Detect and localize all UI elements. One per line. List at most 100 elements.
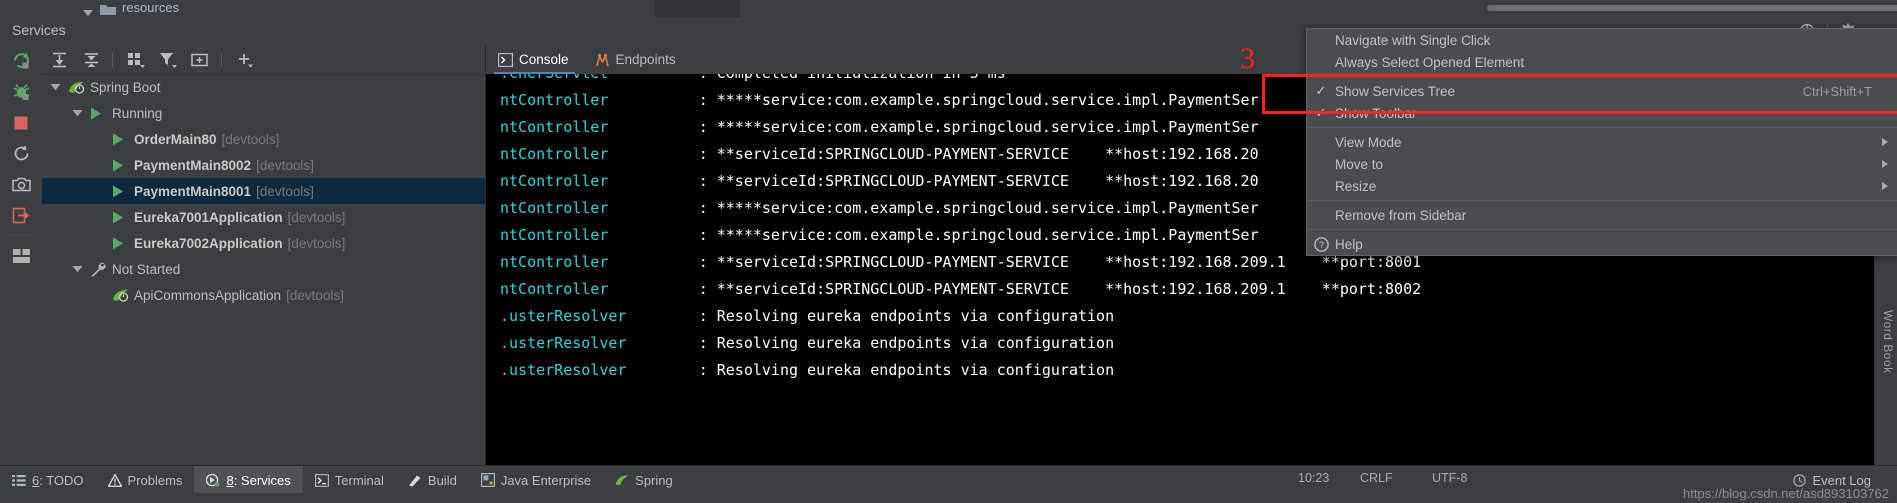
console-log-line: ntController : **serviceId:SPRINGCLOUD-P… [500,249,1421,276]
menu-item-remove-from-sidebar[interactable]: Remove from Sidebar [1307,204,1897,226]
tree-expander-icon[interactable] [50,83,68,91]
tool-window-label: Build [428,473,457,488]
submenu-arrow-icon [1882,160,1888,168]
tool-window-button-javaenterprise[interactable]: Java Enterprise [469,466,603,494]
tab-endpoints[interactable]: Endpoints [583,45,690,74]
collapse-all-icon[interactable] [76,47,106,73]
svg-text:?: ? [1318,240,1323,250]
tool-window-button-build[interactable]: Build [396,466,469,494]
menu-item-view-mode[interactable]: View Mode [1307,131,1897,153]
restart-icon[interactable] [0,138,42,169]
tree-node-paymentmain8002[interactable]: PaymentMain8002 [devtools] [42,152,485,178]
services-tree[interactable]: Spring Boot Running OrderMain80 [devtools] P… [42,74,485,465]
tree-node-spring-boot[interactable]: Spring Boot [42,74,485,100]
status-bar: 10:23 CRLF UTF-8 [0,471,1897,503]
status-time: 10:23 [1298,471,1330,485]
status-encoding[interactable]: UTF-8 [1432,471,1467,485]
tab-console[interactable]: Console [486,45,583,74]
tree-node-label: ApiCommonsApplication [134,287,282,303]
tree-node-suffix: [devtools] [287,235,346,251]
menu-item-move-to[interactable]: Move to [1307,153,1897,175]
tree-node-suffix: [devtools] [221,131,280,147]
tree-node-running[interactable]: Running [42,100,485,126]
tool-window-name: Problems [127,472,183,488]
log-padding [608,199,698,217]
tree-node-ordermain80[interactable]: OrderMain80 [devtools] [42,126,485,152]
log-class-name: .usterResolver [500,361,627,379]
layout-icon[interactable] [0,240,42,271]
rerun-icon[interactable] [0,45,42,76]
tool-window-button-services[interactable]: 8: Services [194,466,303,494]
tree-node-label: OrderMain80 [134,131,217,147]
endpoints-icon [595,53,610,67]
wrench-icon [90,262,112,277]
log-message: : Resolving eureka endpoints via configu… [698,307,1115,325]
console-log-line: ntController : **serviceId:SPRINGCLOUD-P… [500,276,1421,303]
log-message: : *****service:com.example.springcloud.s… [698,226,1259,244]
camera-icon[interactable] [0,169,42,200]
services-icon [206,473,220,487]
menu-divider [1307,127,1897,128]
page-title: Services [12,22,66,38]
group-by-icon[interactable] [121,47,151,73]
submenu-arrow-icon [1882,182,1888,190]
menu-item-shortcut: Ctrl+Shift+T [1802,83,1872,99]
log-padding [608,118,698,136]
console-log-line: .usterResolver : Resolving eureka endpoi… [500,330,1421,357]
console-icon [498,52,513,67]
top-strip-gap [655,0,740,17]
tree-expander-icon[interactable] [72,265,90,273]
tree-node-eureka7002application[interactable]: Eureka7002Application [devtools] [42,230,485,256]
console-log-line: ntController : *****service:com.example.… [500,195,1421,222]
tool-window-label: Terminal [335,473,384,488]
toolbar-divider-2 [221,51,222,68]
context-menu[interactable]: Navigate with Single Click Always Select … [1306,28,1897,256]
filter-icon[interactable] [153,47,183,73]
menu-item-resize[interactable]: Resize [1307,175,1897,197]
watermark-url: https://blog.csdn.net/asd893103762 [1683,486,1889,501]
add-tab-icon[interactable] [185,47,215,73]
menu-item-help[interactable]: ? Help [1307,233,1897,255]
tool-window-button-problems[interactable]: Problems [96,466,195,494]
add-icon[interactable] [230,47,260,73]
menu-item-show-services-tree[interactable]: ✓ Show Services Tree Ctrl+Shift+T [1307,80,1897,102]
tree-expander-icon[interactable] [72,109,90,117]
tree-node-apicommonsapplication[interactable]: ApiCommonsApplication [devtools] [42,282,485,308]
exit-icon[interactable] [0,200,42,231]
tool-window-button-terminal[interactable]: Terminal [303,466,396,494]
log-message: : Completed initialization in 3 ms [699,74,1006,82]
menu-item-always-select-opened-element[interactable]: Always Select Opened Element [1307,51,1897,73]
log-class-name: ntController [500,280,609,298]
debug-icon[interactable] [0,76,42,107]
checkmark-icon: ✓ [1315,83,1327,98]
log-class-name: ntController [500,145,609,163]
horizontal-scrollbar[interactable] [1487,5,1897,11]
tree-node-label: Running [112,105,163,121]
log-padding [608,172,698,190]
log-padding [608,145,698,163]
menu-item-show-toolbar[interactable]: ✓ Show Toolbar [1307,102,1897,124]
tree-node-suffix: [devtools] [256,157,314,173]
tree-node-suffix: [devtools] [286,287,344,303]
tool-window-button-todo[interactable]: 6: TODO [0,466,96,494]
log-message: : *****service:com.example.springcloud.s… [698,199,1259,217]
tool-window-button-spring[interactable]: Spring [603,466,685,494]
tree-node-label: Eureka7001Application [134,209,283,225]
editor-scroll-zone [740,0,1897,17]
log-class-name: .cherServlet [500,74,608,82]
tree-node-eureka7001application[interactable]: Eureka7001Application [devtools] [42,204,485,230]
project-node-label: resources [122,0,180,14]
tab-label: Console [519,52,569,67]
console-log-line: ntController : *****service:com.example.… [500,87,1421,114]
right-rail-label[interactable]: Word Book [1881,310,1895,374]
log-padding [608,74,698,82]
stop-icon[interactable] [0,107,42,138]
menu-item-label: Help [1335,236,1363,252]
tool-window-name: Spring [635,472,673,488]
menu-item-navigate-with-single-click[interactable]: Navigate with Single Click [1307,29,1897,51]
menu-item-label: Show Services Tree [1335,83,1456,99]
expand-all-icon[interactable] [44,47,74,73]
tree-node-paymentmain8001[interactable]: PaymentMain8001 [devtools] [42,178,485,204]
tree-node-not-started[interactable]: Not Started [42,256,485,282]
status-line-separator[interactable]: CRLF [1360,471,1393,485]
